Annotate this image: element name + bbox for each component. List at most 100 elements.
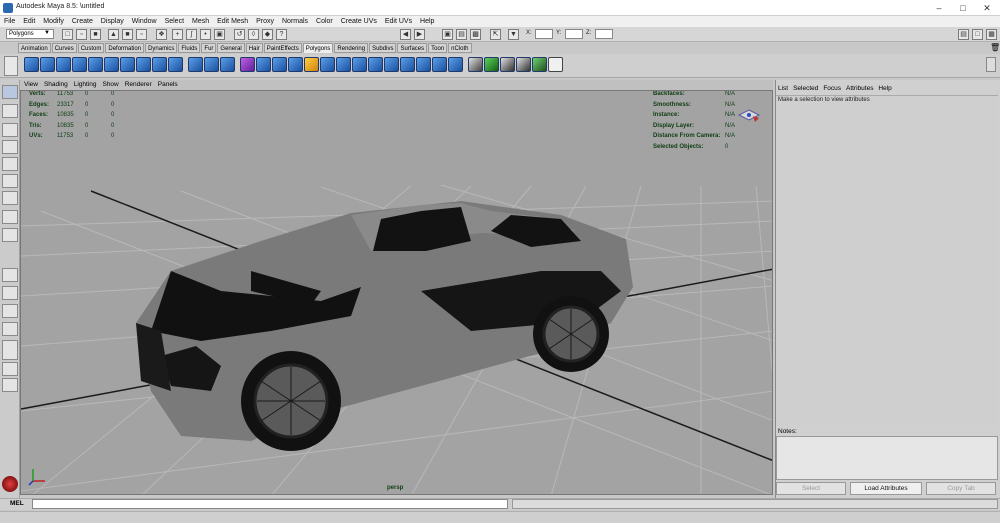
tab-rendering[interactable]: Rendering bbox=[334, 43, 369, 53]
viewport-menu-lighting[interactable]: Lighting bbox=[74, 80, 97, 90]
scale-tool-icon[interactable] bbox=[2, 174, 18, 188]
menu-create-uvs[interactable]: Create UVs bbox=[341, 16, 377, 27]
poly-prism-icon[interactable] bbox=[120, 57, 135, 72]
input-ops-icon[interactable]: ◀ bbox=[400, 29, 411, 40]
menu-color[interactable]: Color bbox=[316, 16, 333, 27]
viewport-menu-panels[interactable]: Panels bbox=[158, 80, 178, 90]
poly-pyramid-icon[interactable] bbox=[136, 57, 151, 72]
mel-label[interactable]: MEL bbox=[10, 500, 24, 507]
tab-deformation[interactable]: Deformation bbox=[105, 43, 145, 53]
quadrangulate-icon[interactable] bbox=[448, 57, 463, 72]
view-cube-icon[interactable] bbox=[737, 109, 761, 125]
render-view-icon[interactable]: ▣ bbox=[442, 29, 453, 40]
layout-options-icon[interactable] bbox=[2, 378, 18, 392]
menu-create[interactable]: Create bbox=[72, 16, 93, 27]
tab-ncloth[interactable]: nCloth bbox=[448, 43, 472, 53]
poly-plane-icon[interactable] bbox=[88, 57, 103, 72]
select-tool-icon[interactable] bbox=[2, 85, 18, 99]
rotate-tool-icon[interactable] bbox=[2, 157, 18, 171]
lasso-tool-icon[interactable] bbox=[2, 104, 18, 118]
bridge-icon[interactable] bbox=[272, 57, 287, 72]
tab-subdivs[interactable]: Subdivs bbox=[369, 43, 397, 53]
select-hierarchy-icon[interactable]: ▲ bbox=[108, 29, 119, 40]
menu-edit-uvs[interactable]: Edit UVs bbox=[385, 16, 412, 27]
new-scene-icon[interactable]: □ bbox=[62, 29, 73, 40]
poly-torus-icon[interactable] bbox=[104, 57, 119, 72]
automatic-mapping-icon[interactable] bbox=[516, 57, 531, 72]
poly-sphere-icon[interactable] bbox=[24, 57, 39, 72]
append-polygon-icon[interactable] bbox=[288, 57, 303, 72]
tab-general[interactable]: General bbox=[217, 43, 245, 53]
help-icon[interactable]: ? bbox=[276, 29, 287, 40]
minimize-icon[interactable]: – bbox=[928, 2, 950, 14]
menu-mesh[interactable]: Mesh bbox=[192, 16, 209, 27]
tool-settings-toggle-icon[interactable]: □ bbox=[972, 29, 983, 40]
merge-to-center-icon[interactable] bbox=[384, 57, 399, 72]
y-field[interactable] bbox=[565, 29, 583, 39]
sculpt-tool-icon[interactable] bbox=[548, 57, 563, 72]
tab-dynamics[interactable]: Dynamics bbox=[145, 43, 178, 53]
command-input[interactable] bbox=[32, 499, 508, 509]
menu-select[interactable]: Select bbox=[165, 16, 184, 27]
snap-grid-icon[interactable]: + bbox=[172, 29, 183, 40]
spherical-mapping-icon[interactable] bbox=[500, 57, 515, 72]
render-settings-icon[interactable]: ▤ bbox=[456, 29, 467, 40]
snap-curve-icon[interactable]: ∫ bbox=[186, 29, 197, 40]
combine-icon[interactable] bbox=[204, 57, 219, 72]
save-scene-icon[interactable]: ■ bbox=[90, 29, 101, 40]
cylindrical-mapping-icon[interactable] bbox=[484, 57, 499, 72]
render-frame-icon[interactable]: ◊ bbox=[248, 29, 259, 40]
transform-icon[interactable]: ⇱ bbox=[490, 29, 501, 40]
move-tool-icon[interactable] bbox=[2, 140, 18, 154]
separate-icon[interactable] bbox=[220, 57, 235, 72]
shelf-scroll-icon[interactable] bbox=[986, 57, 996, 72]
x-field[interactable] bbox=[535, 29, 553, 39]
poly-soccer-ball-icon[interactable] bbox=[188, 57, 203, 72]
tab-surfaces[interactable]: Surfaces bbox=[397, 43, 428, 53]
tab-curves[interactable]: Curves bbox=[51, 43, 77, 53]
show-manipulator-icon[interactable] bbox=[2, 228, 18, 242]
tab-fluids[interactable]: Fluids bbox=[178, 43, 201, 53]
ae-menu-selected[interactable]: Selected bbox=[793, 84, 818, 94]
viewport-menu-show[interactable]: Show bbox=[102, 80, 118, 90]
extrude-icon[interactable] bbox=[256, 57, 271, 72]
load-attributes-button[interactable]: Load Attributes bbox=[850, 482, 922, 495]
split-polygon-icon[interactable] bbox=[320, 57, 335, 72]
tab-custom[interactable]: Custom bbox=[77, 43, 105, 53]
menu-display[interactable]: Display bbox=[101, 16, 124, 27]
planar-mapping-icon[interactable] bbox=[468, 57, 483, 72]
viewport-menu-shading[interactable]: Shading bbox=[44, 80, 68, 90]
z-field[interactable] bbox=[595, 29, 613, 39]
four-view-layout-icon[interactable] bbox=[2, 286, 18, 300]
menu-normals[interactable]: Normals bbox=[282, 16, 308, 27]
tab-toon[interactable]: Toon bbox=[428, 43, 448, 53]
menu-proxy[interactable]: Proxy bbox=[256, 16, 274, 27]
open-scene-icon[interactable]: ▫ bbox=[76, 29, 87, 40]
paint-select-tool-icon[interactable] bbox=[2, 123, 18, 137]
channel-box-toggle-icon[interactable]: ▦ bbox=[986, 29, 997, 40]
select-component-icon[interactable]: ▫ bbox=[136, 29, 147, 40]
persp-hypershade-layout-icon[interactable] bbox=[2, 340, 18, 360]
menu-edit-mesh[interactable]: Edit Mesh bbox=[217, 16, 248, 27]
perspective-viewport[interactable]: Verts: 11753 0 0 Edges: 23317 0 0 Faces: 10835 0… bbox=[20, 90, 773, 495]
tab-hair[interactable]: Hair bbox=[245, 43, 263, 53]
shelf-menu-icon[interactable] bbox=[4, 56, 18, 76]
menu-file[interactable]: File bbox=[4, 16, 15, 27]
select-object-icon[interactable]: ■ bbox=[122, 29, 133, 40]
persp-graph-layout-icon[interactable] bbox=[2, 322, 18, 336]
pick-mask-icon[interactable]: ❖ bbox=[156, 29, 167, 40]
triangulate-icon[interactable] bbox=[432, 57, 447, 72]
menu-modify[interactable]: Modify bbox=[43, 16, 64, 27]
close-icon[interactable]: ✕ bbox=[976, 2, 998, 14]
poly-pipe-icon[interactable] bbox=[152, 57, 167, 72]
ae-menu-list[interactable]: List bbox=[778, 84, 788, 94]
output-ops-icon[interactable]: ▶ bbox=[414, 29, 425, 40]
viewport-menu-view[interactable]: View bbox=[24, 80, 38, 90]
trash-icon[interactable]: 🗑 bbox=[990, 43, 1000, 52]
poly-helix-icon[interactable] bbox=[168, 57, 183, 72]
persp-outliner-layout-icon[interactable] bbox=[2, 304, 18, 318]
hypershade-icon[interactable]: ▩ bbox=[470, 29, 481, 40]
poly-cone-icon[interactable] bbox=[72, 57, 87, 72]
soft-mod-tool-icon[interactable] bbox=[2, 210, 18, 224]
menu-help[interactable]: Help bbox=[420, 16, 434, 27]
